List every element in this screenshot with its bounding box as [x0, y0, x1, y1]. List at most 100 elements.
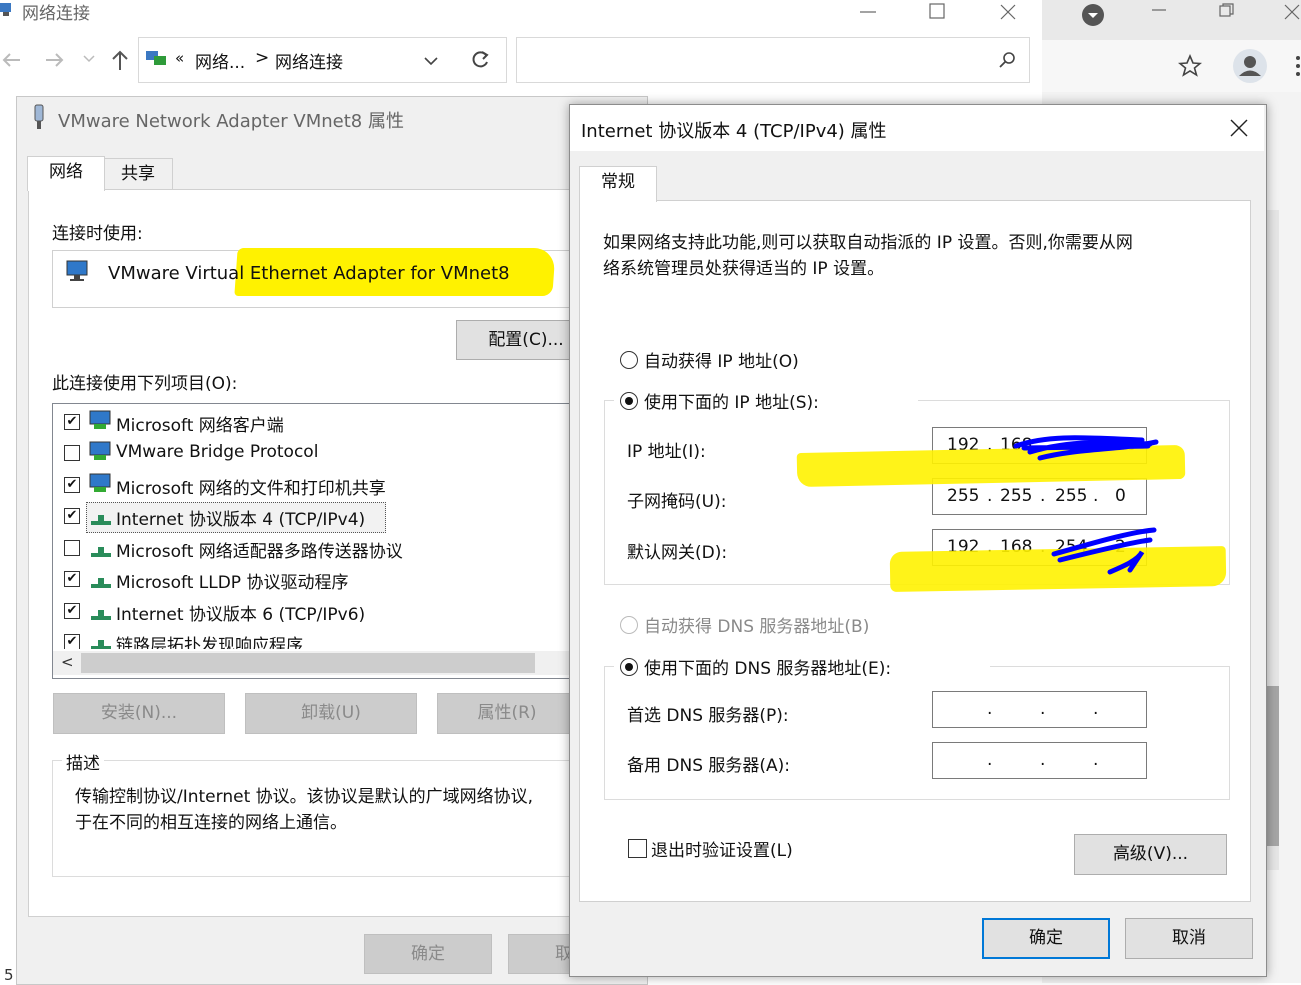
item-checkbox-lldp[interactable]: ✔: [64, 571, 80, 587]
mask-octet-1[interactable]: 255: [947, 486, 979, 506]
mask-octet-4[interactable]: 0: [1115, 486, 1126, 506]
ip-address-label: IP 地址(I):: [627, 442, 706, 462]
close-icon[interactable]: [998, 2, 1018, 22]
validate-checkbox[interactable]: [628, 839, 647, 858]
client-icon: [88, 410, 114, 432]
ipv4-close-icon[interactable]: [1228, 117, 1250, 139]
dns-dot: .: [1093, 699, 1099, 719]
tab-network[interactable]: 网络: [27, 156, 105, 191]
install-button[interactable]: 安装(N)...: [53, 693, 225, 734]
dns-dot: .: [1040, 750, 1046, 770]
mask-dot: .: [1093, 486, 1099, 506]
refresh-icon: [469, 49, 491, 71]
search-input[interactable]: [516, 37, 1030, 83]
item-checkbox-bridge[interactable]: [64, 445, 80, 461]
auto-ip-radio[interactable]: [620, 351, 638, 369]
manual-dns-radio[interactable]: [620, 658, 638, 676]
list-item-multiplexor[interactable]: Microsoft 网络适配器多路传送器协议: [116, 537, 403, 562]
list-item-client[interactable]: Microsoft 网络客户端: [116, 411, 284, 436]
browser-minimize-icon[interactable]: [1150, 2, 1168, 20]
ipv4-cancel-button[interactable]: 取消: [1125, 918, 1253, 959]
up-arrow-icon[interactable]: [108, 48, 132, 72]
protocol-icon: [90, 604, 112, 622]
refresh-button[interactable]: [454, 37, 507, 83]
protocol-icon: [90, 509, 112, 527]
address-dropdown-icon[interactable]: [423, 53, 439, 69]
properties-button[interactable]: 属性(R): [437, 693, 577, 734]
description-line1: 传输控制协议/Internet 协议。该协议是默认的广域网络协议,: [75, 787, 534, 807]
forward-arrow-icon[interactable]: [42, 48, 66, 72]
browser-titlebar: [1042, 0, 1301, 40]
network-location-icon: [145, 49, 167, 69]
item-checkbox-multiplexor[interactable]: [64, 540, 80, 556]
item-checkbox-client[interactable]: ✔: [64, 414, 80, 430]
bridge-icon: [88, 441, 114, 463]
list-item-file-sharing[interactable]: Microsoft 网络的文件和打印机共享: [116, 474, 386, 499]
mask-octet-2[interactable]: 255: [1000, 486, 1032, 506]
network-adapter-icon: [65, 259, 91, 283]
protocol-icon: [90, 636, 112, 649]
file-sharing-icon: [88, 473, 114, 495]
mask-octet-3[interactable]: 255: [1055, 486, 1087, 506]
manual-ip-label[interactable]: 使用下面的 IP 地址(S):: [644, 388, 819, 413]
dns-group: [604, 666, 1230, 800]
ipv4-dialog-title: Internet 协议版本 4 (TCP/IPv4) 属性: [581, 121, 887, 142]
browser-scroll-thumb[interactable]: [1265, 686, 1279, 846]
alternate-dns-input[interactable]: . . .: [932, 742, 1147, 779]
dns-dot: .: [1093, 750, 1099, 770]
preferred-dns-label: 首选 DNS 服务器(P):: [627, 706, 789, 726]
breadcrumb-separator: >: [255, 48, 270, 68]
vm-ok-button[interactable]: 确定: [364, 934, 492, 974]
profile-dropdown-icon[interactable]: [1080, 2, 1106, 28]
item-checkbox-topology[interactable]: ✔: [64, 634, 80, 649]
mask-dot: .: [1040, 486, 1046, 506]
browser-restore-icon[interactable]: [1218, 2, 1236, 20]
back-arrow-icon[interactable]: [0, 48, 24, 72]
breadcrumb-parent[interactable]: 网络...: [195, 48, 245, 73]
list-item-topology[interactable]: 链路层拓扑发现响应程序: [116, 631, 303, 649]
uninstall-button[interactable]: 卸载(U): [245, 693, 417, 734]
tab-general[interactable]: 常规: [579, 166, 657, 202]
manual-ip-radio[interactable]: [620, 392, 638, 410]
item-checkbox-ipv4[interactable]: ✔: [64, 508, 80, 524]
breadcrumb-current[interactable]: 网络连接: [275, 48, 343, 73]
tab-sharing[interactable]: 共享: [103, 158, 173, 192]
list-item-ipv6[interactable]: Internet 协议版本 6 (TCP/IPv6): [116, 600, 365, 625]
network-folder-icon: [0, 0, 14, 18]
breadcrumb-overflow[interactable]: «: [175, 49, 184, 67]
preferred-dns-input[interactable]: . . .: [932, 691, 1147, 728]
auto-dns-radio[interactable]: [620, 616, 638, 634]
auto-ip-label[interactable]: 自动获得 IP 地址(O): [644, 347, 799, 372]
list-horizontal-scrollbar[interactable]: <: [53, 651, 581, 675]
list-item-lldp[interactable]: Microsoft LLDP 协议驱动程序: [116, 568, 348, 593]
item-checkbox-file-sharing[interactable]: ✔: [64, 477, 80, 493]
adapter-name: VMware Virtual Ethernet Adapter for VMne…: [108, 263, 510, 284]
list-scroll-thumb[interactable]: [81, 653, 535, 673]
account-avatar-icon[interactable]: [1232, 48, 1268, 84]
validate-label[interactable]: 退出时验证设置(L): [651, 836, 793, 861]
intro-line2: 络系统管理员处获得适当的 IP 设置。: [603, 259, 885, 279]
list-item-bridge[interactable]: VMware Bridge Protocol: [116, 442, 318, 462]
browser-close-icon[interactable]: [1282, 2, 1300, 20]
item-checkbox-ipv6[interactable]: ✔: [64, 603, 80, 619]
protocol-icon: [90, 572, 112, 590]
advanced-button[interactable]: 高级(V)...: [1074, 834, 1227, 875]
ipv4-ok-button[interactable]: 确定: [982, 918, 1110, 959]
mask-dot: .: [987, 486, 993, 506]
recent-dropdown-icon[interactable]: [82, 52, 96, 66]
address-bar[interactable]: « 网络... > 网络连接: [138, 37, 456, 83]
connect-using-label: 连接时使用:: [52, 224, 143, 244]
browser-menu-icon[interactable]: [1294, 54, 1301, 78]
auto-dns-label[interactable]: 自动获得 DNS 服务器地址(B): [644, 612, 869, 637]
ip-scribble: [1010, 430, 1160, 464]
manual-dns-label[interactable]: 使用下面的 DNS 服务器地址(E):: [644, 654, 891, 679]
intro-line1: 如果网络支持此功能,则可以获取自动指派的 IP 设置。否则,你需要从网: [603, 233, 1133, 253]
scroll-left-icon[interactable]: <: [61, 653, 74, 671]
list-item-ipv4[interactable]: Internet 协议版本 4 (TCP/IPv4): [116, 505, 365, 530]
browser-toolbar: [1042, 40, 1301, 92]
browser-scrollbar[interactable]: [1265, 210, 1279, 870]
maximize-icon[interactable]: [928, 2, 948, 22]
window-title: 网络连接: [22, 4, 90, 24]
bookmark-star-icon[interactable]: [1178, 54, 1202, 78]
minimize-icon[interactable]: [858, 2, 878, 22]
